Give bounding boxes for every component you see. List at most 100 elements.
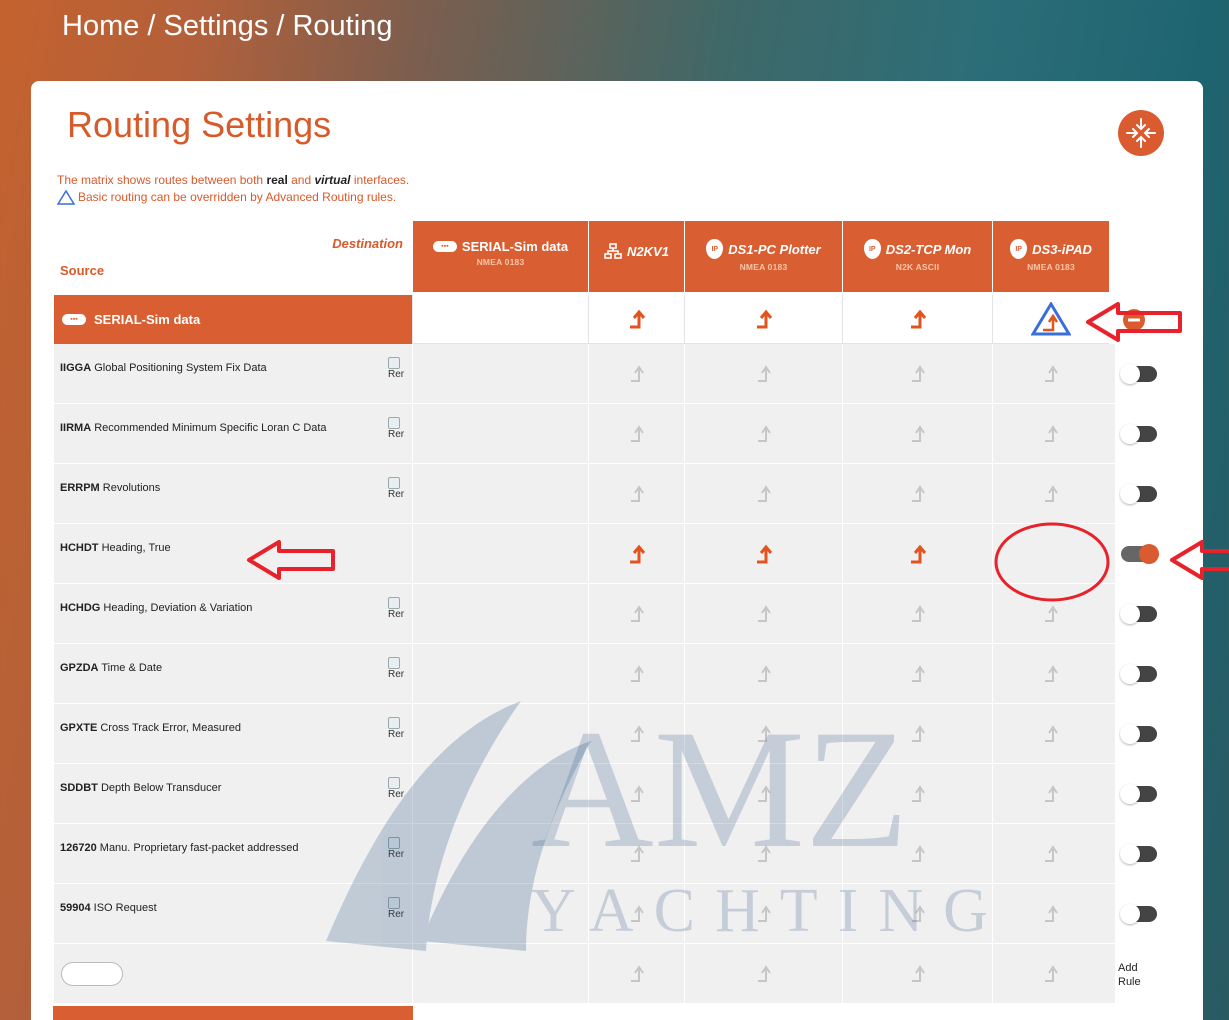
row-override-toggle[interactable]: [1120, 364, 1157, 384]
route-cell[interactable]: [684, 644, 842, 704]
route-cell[interactable]: [412, 524, 588, 584]
row-override-toggle[interactable]: [1120, 784, 1157, 804]
rer-image-icon[interactable]: Rer: [388, 777, 404, 800]
row-override-toggle[interactable]: [1120, 844, 1157, 864]
route-cell[interactable]: [412, 344, 588, 404]
route-cell[interactable]: [842, 464, 992, 524]
message-row: IIGGA Global Positioning System Fix Data…: [54, 344, 1157, 404]
route-cell[interactable]: [992, 704, 1109, 764]
route-arrow-icon: [629, 309, 645, 329]
route-cell[interactable]: [684, 404, 842, 464]
route-cell[interactable]: [684, 704, 842, 764]
rer-image-icon[interactable]: Rer: [388, 657, 404, 680]
route-cell[interactable]: [684, 524, 842, 584]
route-arrow-icon: [757, 905, 771, 922]
route-cell[interactable]: [588, 704, 684, 764]
route-arrow-icon: [757, 845, 771, 862]
route-cell[interactable]: [842, 824, 992, 884]
route-cell[interactable]: [842, 524, 992, 584]
column-header-ds3[interactable]: IP DS3-iPAD NMEA 0183: [992, 221, 1109, 292]
route-cell[interactable]: [588, 524, 684, 584]
route-cell[interactable]: [588, 644, 684, 704]
route-cell[interactable]: [842, 884, 992, 944]
row-override-toggle[interactable]: [1120, 904, 1157, 924]
route-cell[interactable]: [412, 584, 588, 644]
rer-image-icon[interactable]: Rer: [388, 477, 404, 500]
route-cell[interactable]: [684, 584, 842, 644]
route-cell[interactable]: [412, 824, 588, 884]
route-cell[interactable]: [588, 884, 684, 944]
route-arrow-icon: [630, 905, 644, 922]
route-cell[interactable]: [412, 704, 588, 764]
row-override-toggle[interactable]: [1120, 484, 1157, 504]
route-cell[interactable]: [412, 764, 588, 824]
route-cell[interactable]: [588, 824, 684, 884]
routing-icon[interactable]: [1118, 110, 1164, 156]
row-override-toggle[interactable]: [1120, 604, 1157, 624]
rule-input[interactable]: [61, 962, 123, 986]
route-cell[interactable]: [588, 295, 684, 344]
rer-image-icon[interactable]: Rer: [388, 417, 404, 440]
add-rule-button[interactable]: Add Rule: [1118, 961, 1141, 989]
source-group-serial[interactable]: ▪▪▪ SERIAL-Sim data: [54, 295, 412, 344]
remove-group-button[interactable]: [1109, 295, 1159, 344]
network-icon: [604, 243, 622, 259]
route-cell[interactable]: [412, 944, 588, 1004]
route-cell[interactable]: [992, 344, 1109, 404]
route-cell[interactable]: [842, 764, 992, 824]
column-header-ds2[interactable]: IP DS2-TCP Mon N2K ASCII: [842, 221, 992, 292]
rer-image-icon[interactable]: Rer: [388, 597, 404, 620]
route-cell[interactable]: [992, 584, 1109, 644]
column-header-ds1[interactable]: IP DS1-PC Plotter NMEA 0183: [684, 221, 842, 292]
next-source-group[interactable]: [53, 1006, 413, 1020]
route-arrow-icon: [911, 785, 925, 802]
route-cell[interactable]: [842, 704, 992, 764]
route-cell[interactable]: [992, 944, 1109, 1004]
route-cell[interactable]: [992, 644, 1109, 704]
route-cell[interactable]: [588, 944, 684, 1004]
route-arrow-icon: [1045, 785, 1058, 802]
column-header-n2kv1[interactable]: N2KV1: [588, 221, 684, 292]
rer-image-icon[interactable]: Rer: [388, 357, 404, 380]
route-cell[interactable]: [992, 524, 1109, 584]
route-cell[interactable]: [412, 464, 588, 524]
row-override-toggle[interactable]: [1120, 664, 1157, 684]
route-cell[interactable]: [992, 884, 1109, 944]
route-cell[interactable]: [588, 764, 684, 824]
row-override-toggle[interactable]: [1120, 424, 1157, 444]
route-cell[interactable]: [684, 295, 842, 344]
route-cell[interactable]: [842, 295, 992, 344]
route-cell[interactable]: [684, 764, 842, 824]
route-cell[interactable]: [588, 584, 684, 644]
route-cell[interactable]: [842, 404, 992, 464]
route-cell[interactable]: [992, 295, 1109, 344]
route-cell[interactable]: [412, 884, 588, 944]
route-cell[interactable]: [992, 404, 1109, 464]
route-cell[interactable]: [992, 824, 1109, 884]
route-cell[interactable]: [412, 404, 588, 464]
route-cell[interactable]: [412, 295, 588, 344]
route-cell[interactable]: [588, 344, 684, 404]
row-override-toggle[interactable]: [1121, 544, 1159, 564]
rer-image-icon[interactable]: Rer: [388, 717, 404, 740]
route-cell[interactable]: [842, 584, 992, 644]
route-cell[interactable]: [842, 344, 992, 404]
route-cell[interactable]: [842, 644, 992, 704]
route-cell[interactable]: [842, 944, 992, 1004]
message-label: 59904 ISO Request: [60, 902, 157, 914]
route-cell[interactable]: [684, 824, 842, 884]
route-cell[interactable]: [684, 884, 842, 944]
route-cell[interactable]: [684, 344, 842, 404]
route-cell[interactable]: [588, 464, 684, 524]
route-cell[interactable]: [684, 944, 842, 1004]
rer-image-icon[interactable]: Rer: [388, 837, 404, 860]
route-cell[interactable]: [992, 464, 1109, 524]
row-override-toggle[interactable]: [1120, 724, 1157, 744]
route-cell[interactable]: [412, 644, 588, 704]
route-cell[interactable]: [588, 404, 684, 464]
route-cell[interactable]: [684, 464, 842, 524]
rer-image-icon[interactable]: Rer: [388, 897, 404, 920]
route-cell[interactable]: [992, 764, 1109, 824]
column-header-serial[interactable]: ▪▪▪ SERIAL-Sim data NMEA 0183: [412, 221, 588, 292]
route-arrow-icon: [756, 544, 772, 564]
